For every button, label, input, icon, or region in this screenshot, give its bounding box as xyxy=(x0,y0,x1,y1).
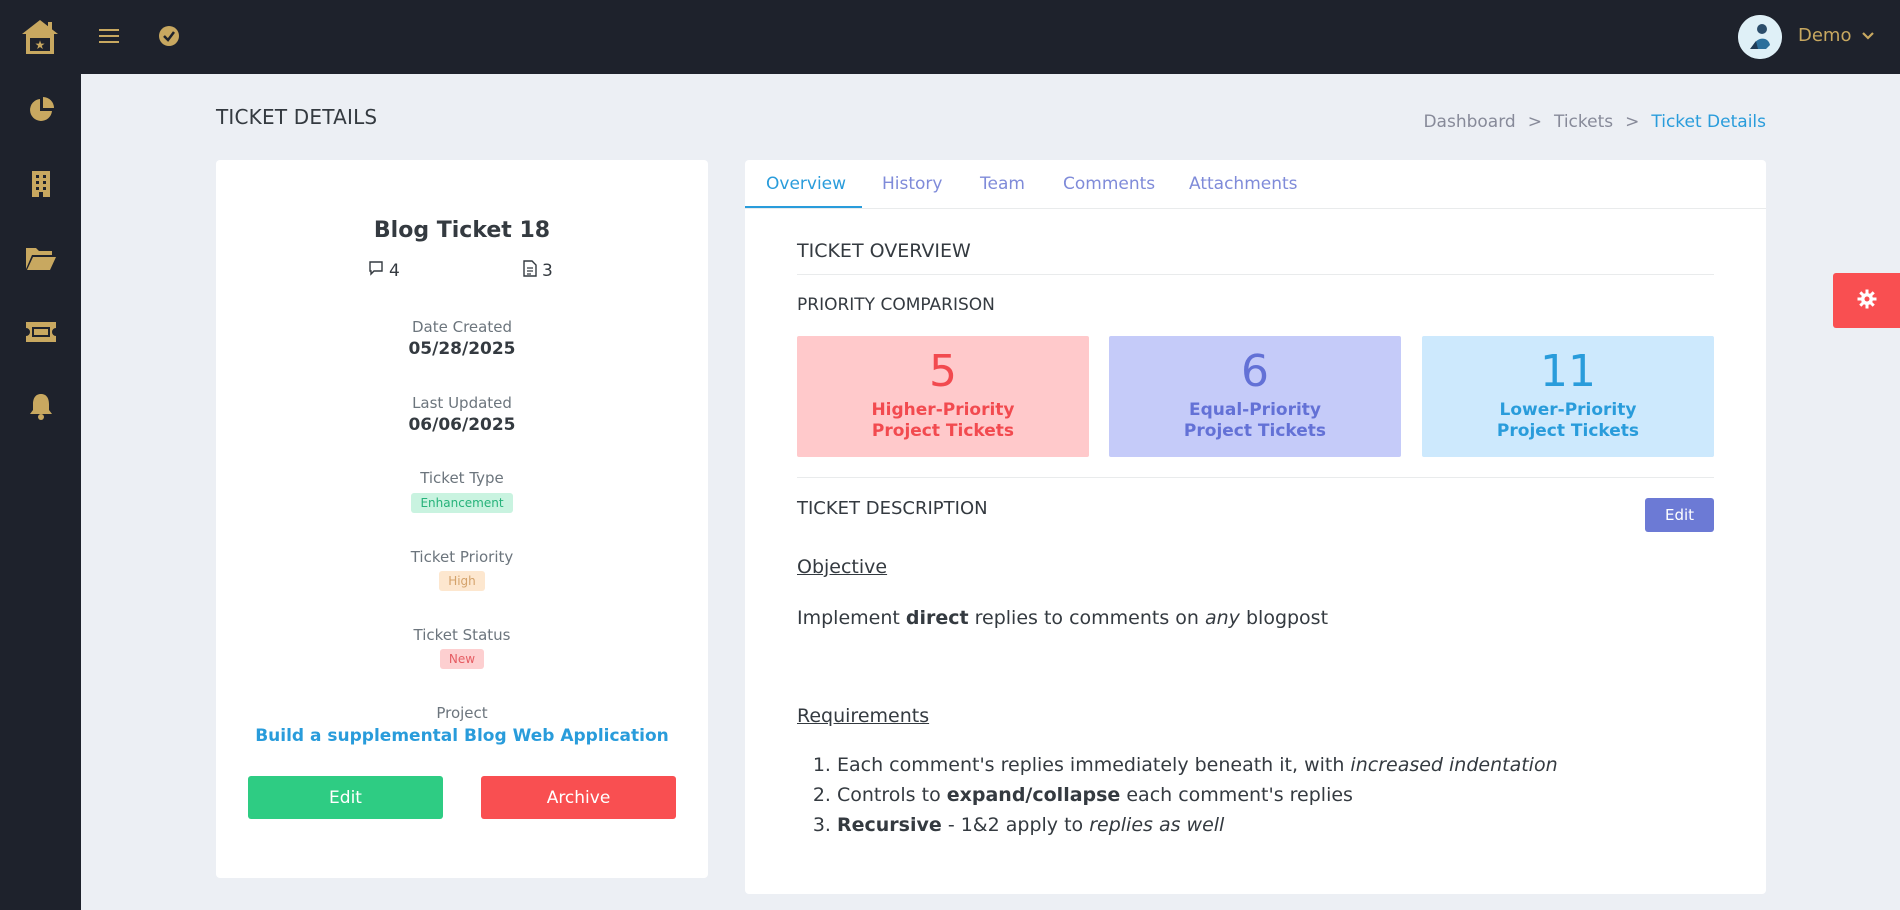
topbar xyxy=(81,0,1900,74)
archive-ticket-button[interactable]: Archive xyxy=(481,776,676,819)
edit-description-button[interactable]: Edit xyxy=(1645,498,1714,532)
last-updated-value: 06/06/2025 xyxy=(408,415,516,435)
ticket-status-label: Ticket Status xyxy=(413,626,511,644)
stat-lower-priority-value: 11 xyxy=(1540,346,1596,397)
project-link[interactable]: Build a supplemental Blog Web Applicatio… xyxy=(216,726,708,746)
svg-text:★: ★ xyxy=(35,38,46,52)
list-item: Recursive - 1&2 apply to replies as well xyxy=(837,814,1558,844)
ticket-priority-wrap: High xyxy=(216,570,708,591)
divider xyxy=(797,477,1714,478)
stat-equal-priority-value: 6 xyxy=(1241,346,1269,397)
ticket-status-wrap: New xyxy=(216,648,708,669)
tab-overview[interactable]: Overview xyxy=(766,174,846,194)
breadcrumb-dashboard[interactable]: Dashboard xyxy=(1423,112,1515,132)
requirements-heading: Requirements xyxy=(797,705,930,727)
ticket-priority-label: Ticket Priority xyxy=(410,548,514,566)
ticket-type-wrap: Enhancement xyxy=(216,492,708,513)
ticket-detail-card: Overview History Team Comments Attachmen… xyxy=(745,160,1766,894)
tab-divider xyxy=(745,208,1766,209)
stat-lower-priority: 11 Lower-Priority Project Tickets xyxy=(1422,336,1714,457)
stat-higher-priority-value: 5 xyxy=(929,346,957,397)
comment-icon xyxy=(368,260,384,281)
sidebar: ★ xyxy=(0,0,81,910)
tab-team[interactable]: Team xyxy=(980,174,1025,194)
date-created-label: Date Created xyxy=(412,318,512,336)
comment-count: 4 xyxy=(368,260,400,281)
page-title: TICKET DETAILS xyxy=(216,105,378,129)
dashboard-pie-chart-icon[interactable] xyxy=(22,91,60,129)
list-item: Controls to expand/collapse each comment… xyxy=(837,784,1558,814)
user-avatar[interactable] xyxy=(1738,15,1782,59)
user-name[interactable]: Demo xyxy=(1798,25,1851,46)
bell-icon[interactable] xyxy=(22,387,60,425)
last-updated-label: Last Updated xyxy=(412,394,512,412)
tab-attachments[interactable]: Attachments xyxy=(1189,174,1298,194)
attachment-count: 3 xyxy=(523,260,553,282)
tab-history[interactable]: History xyxy=(882,174,942,194)
ticket-description-heading: TICKET DESCRIPTION xyxy=(797,498,988,519)
breadcrumb-separator: > xyxy=(1527,112,1542,132)
ticket-icon[interactable] xyxy=(22,313,60,351)
comment-count-value: 4 xyxy=(389,260,400,281)
app-logo-icon[interactable]: ★ xyxy=(18,14,62,58)
ticket-overview-heading: TICKET OVERVIEW xyxy=(797,240,971,262)
ticket-status-badge: New xyxy=(439,649,485,669)
edit-ticket-button[interactable]: Edit xyxy=(248,776,443,819)
stat-lower-priority-label: Lower-Priority Project Tickets xyxy=(1496,400,1640,441)
gear-icon xyxy=(1857,289,1877,313)
ticket-priority-badge: High xyxy=(439,571,485,591)
project-label: Project xyxy=(436,704,488,722)
ticket-summary-card: Blog Ticket 18 4 3 Date Created 05/28/20… xyxy=(216,160,708,878)
chevron-down-icon[interactable] xyxy=(1860,28,1876,44)
objective-heading: Objective xyxy=(797,556,888,578)
breadcrumb-ticket-details: Ticket Details xyxy=(1651,112,1766,132)
priority-comparison-heading: PRIORITY COMPARISON xyxy=(797,295,995,315)
list-item: Each comment's replies immediately benea… xyxy=(837,754,1558,784)
divider xyxy=(797,274,1714,275)
folder-open-icon[interactable] xyxy=(22,239,60,277)
breadcrumb-separator: > xyxy=(1625,112,1640,132)
building-icon[interactable] xyxy=(22,165,60,203)
tab-bar: Overview History Team Comments Attachmen… xyxy=(745,160,1766,209)
attachment-count-value: 3 xyxy=(542,261,553,281)
objective-text: Implement direct replies to comments on … xyxy=(797,607,1329,629)
file-text-icon xyxy=(523,260,537,282)
breadcrumb-tickets[interactable]: Tickets xyxy=(1554,112,1613,132)
stat-higher-priority: 5 Higher-Priority Project Tickets xyxy=(797,336,1089,457)
hamburger-menu-icon[interactable] xyxy=(94,21,124,51)
check-circle-icon[interactable] xyxy=(154,21,184,51)
stat-higher-priority-label: Higher-Priority Project Tickets xyxy=(871,400,1015,441)
date-created-value: 05/28/2025 xyxy=(408,339,516,359)
breadcrumb: Dashboard > Tickets > Ticket Details xyxy=(1423,112,1766,132)
ticket-type-badge: Enhancement xyxy=(411,493,513,513)
stat-equal-priority: 6 Equal-Priority Project Tickets xyxy=(1109,336,1401,457)
settings-gear-button[interactable] xyxy=(1833,273,1900,328)
ticket-type-label: Ticket Type xyxy=(420,469,504,487)
tab-comments[interactable]: Comments xyxy=(1063,174,1155,194)
stat-equal-priority-label: Equal-Priority Project Tickets xyxy=(1183,400,1327,441)
requirements-list: Each comment's replies immediately benea… xyxy=(837,754,1558,844)
ticket-title: Blog Ticket 18 xyxy=(373,218,551,243)
